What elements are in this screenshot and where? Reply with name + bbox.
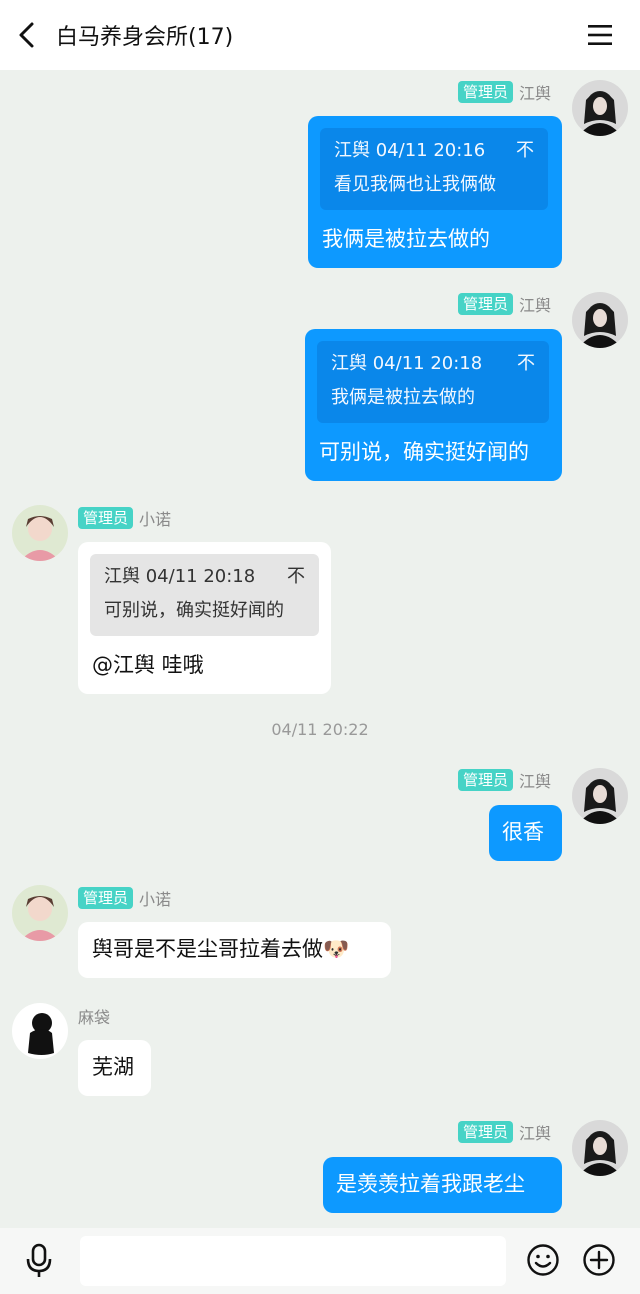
message-text: @江舆 哇哦	[92, 653, 204, 677]
avatar[interactable]	[572, 292, 628, 348]
sender-name: 江舆	[519, 772, 552, 791]
message-text-body: 舆哥是不是尘哥拉着去做	[92, 937, 323, 961]
sender-name: 江舆	[519, 296, 552, 315]
message-bubble[interactable]: 舆哥是不是尘哥拉着去做🐶	[78, 922, 391, 978]
chat-header: 白马养身会所(17)	[0, 0, 640, 70]
quote-text: 我俩是被拉去做的	[331, 387, 475, 408]
message-bubble[interactable]: 江舆 04/11 20:16 不 看见我俩也让我俩做 我俩是被拉去做的	[308, 116, 562, 268]
message-meta: 管理员 小诺	[78, 886, 171, 910]
doge-emoji-icon: 🐶	[323, 937, 350, 961]
message-meta: 管理员 江舆	[458, 1120, 551, 1144]
message-meta: 麻袋	[78, 1004, 110, 1028]
avatar[interactable]	[572, 768, 628, 824]
quote-author-time: 江舆 04/11 20:16	[334, 140, 486, 161]
quote-tail: 不	[516, 140, 534, 161]
message-bubble[interactable]: 芜湖	[78, 1040, 151, 1096]
message-input[interactable]	[80, 1236, 506, 1286]
microphone-icon[interactable]	[24, 1243, 54, 1279]
sender-name: 麻袋	[78, 1008, 111, 1027]
quoted-message[interactable]: 江舆 04/11 20:18 不 可别说，确实挺好闻的	[90, 554, 319, 636]
chevron-left-icon[interactable]	[14, 20, 42, 50]
avatar[interactable]	[12, 1003, 68, 1059]
quote-author-time: 江舆 04/11 20:18	[331, 353, 483, 374]
message-meta: 管理员 江舆	[458, 80, 551, 104]
message-bubble[interactable]: 江舆 04/11 20:18 不 可别说，确实挺好闻的 @江舆 哇哦	[78, 542, 331, 694]
sender-name: 江舆	[519, 84, 552, 103]
avatar[interactable]	[12, 885, 68, 941]
time-separator: 04/11 20:22	[271, 720, 369, 739]
quoted-message[interactable]: 江舆 04/11 20:16 不 看见我俩也让我俩做	[320, 128, 548, 210]
quote-tail: 不	[287, 566, 305, 587]
admin-badge: 管理员	[458, 293, 514, 315]
message-meta: 管理员 江舆	[458, 768, 551, 792]
admin-badge: 管理员	[78, 507, 134, 529]
avatar[interactable]	[12, 505, 68, 561]
quote-tail: 不	[517, 353, 535, 374]
message-bubble[interactable]: 是羡羡拉着我跟老尘	[323, 1157, 562, 1213]
quote-author-time: 江舆 04/11 20:18	[104, 566, 256, 587]
admin-badge: 管理员	[458, 1121, 514, 1143]
message-text: 舆哥是不是尘哥拉着去做🐶	[92, 936, 349, 963]
avatar[interactable]	[572, 80, 628, 136]
message-text: 很香	[502, 820, 544, 844]
sender-name: 小诺	[139, 510, 172, 529]
message-meta: 管理员 小诺	[78, 506, 171, 530]
sender-name: 小诺	[139, 890, 172, 909]
quoted-message[interactable]: 江舆 04/11 20:18 不 我俩是被拉去做的	[317, 341, 549, 423]
hamburger-menu-icon[interactable]	[586, 22, 614, 48]
message-text: 芜湖	[92, 1055, 134, 1079]
admin-badge: 管理员	[458, 769, 514, 791]
message-text: 可别说，确实挺好闻的	[319, 440, 529, 464]
sender-name: 江舆	[519, 1124, 552, 1143]
quote-text: 看见我俩也让我俩做	[334, 174, 496, 195]
message-meta: 管理员 江舆	[458, 292, 551, 316]
quote-text: 可别说，确实挺好闻的	[104, 600, 284, 621]
plus-circle-icon[interactable]	[582, 1243, 616, 1277]
smiley-icon[interactable]	[526, 1243, 560, 1277]
message-text: 是羡羡拉着我跟老尘	[336, 1172, 525, 1196]
admin-badge: 管理员	[78, 887, 134, 909]
chat-title: 白马养身会所(17)	[56, 25, 234, 50]
input-bar	[0, 1228, 640, 1294]
avatar[interactable]	[572, 1120, 628, 1176]
message-bubble[interactable]: 很香	[489, 805, 562, 861]
message-text: 我俩是被拉去做的	[322, 227, 490, 251]
message-bubble[interactable]: 江舆 04/11 20:18 不 我俩是被拉去做的 可别说，确实挺好闻的	[305, 329, 562, 481]
admin-badge: 管理员	[458, 81, 514, 103]
